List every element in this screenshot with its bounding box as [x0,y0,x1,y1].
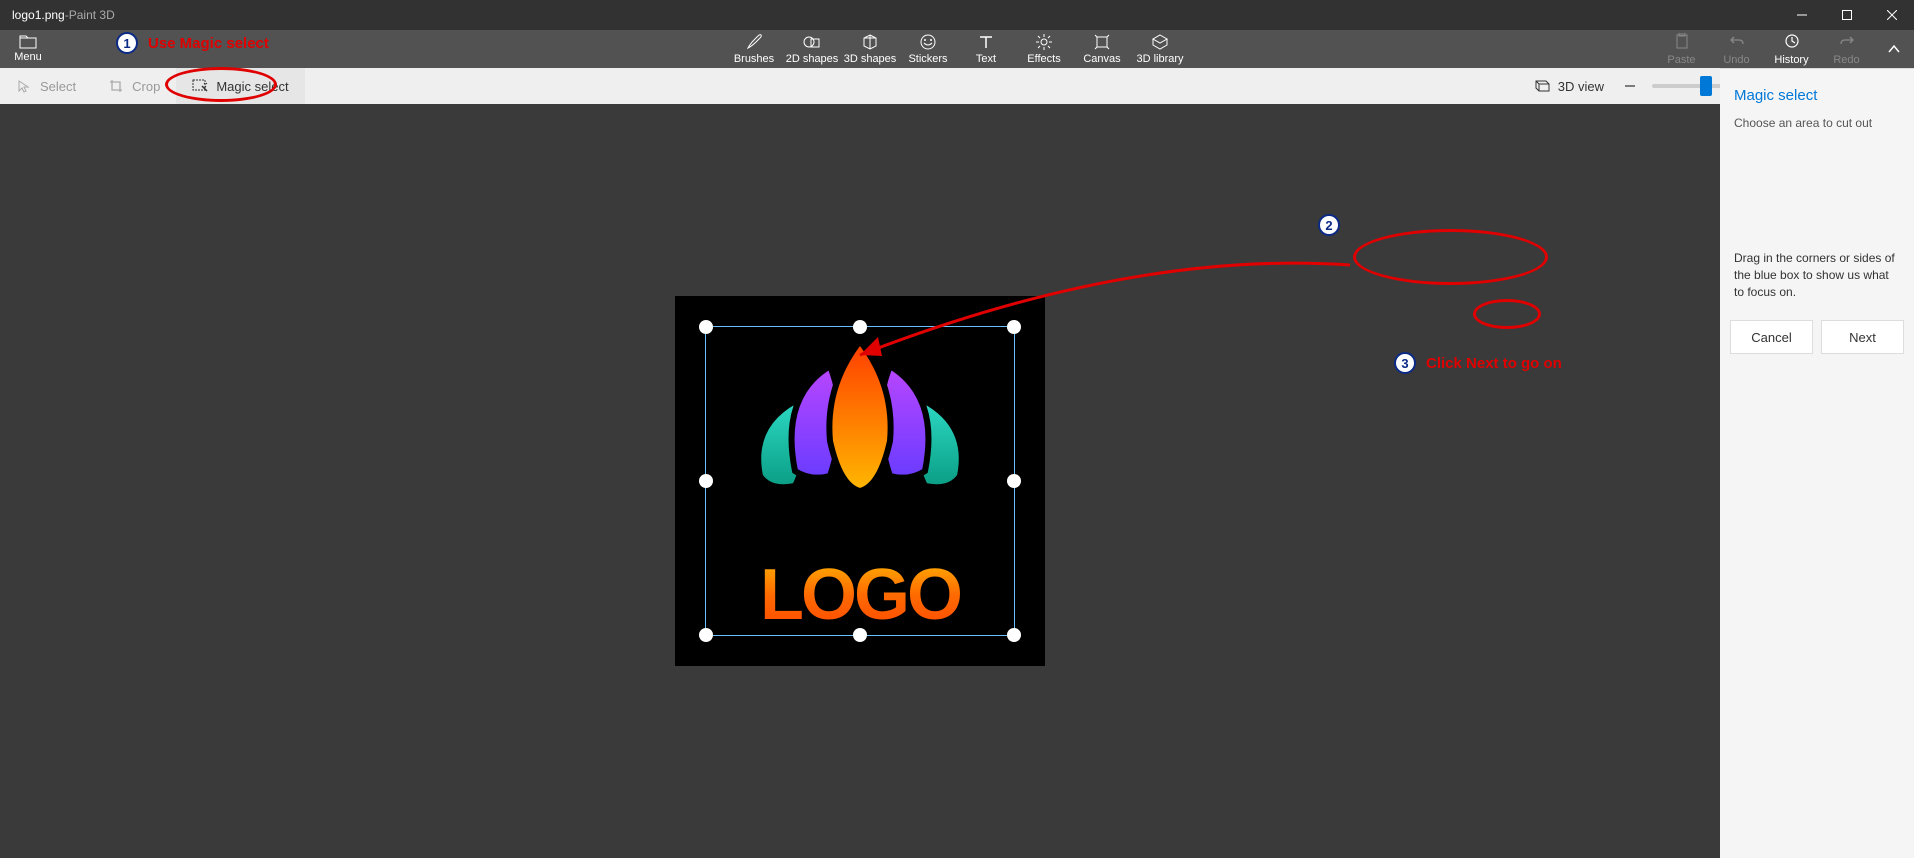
maximize-icon [1842,10,1852,20]
minimize-icon [1797,10,1807,20]
chevron-up-icon [1887,42,1901,56]
selection-handle-top-middle[interactable] [853,320,867,334]
tool-2d-shapes[interactable]: 2D shapes [783,30,841,68]
window-maximize-button[interactable] [1824,0,1869,30]
tool-text[interactable]: Text [957,30,1015,68]
window-close-button[interactable] [1869,0,1914,30]
undo-icon [1729,33,1745,49]
stickers-icon [919,33,937,51]
selection-handle-bottom-left[interactable] [699,628,713,642]
tool-3d-shapes[interactable]: 3D shapes [841,30,899,68]
crop-icon [109,79,123,93]
window-titlebar: logo1.png - Paint 3D [0,0,1914,30]
annotation-ellipse-2 [1353,229,1548,285]
panel-title: Magic select [1730,87,1904,104]
tool-effects[interactable]: Effects [1015,30,1073,68]
annotation-ellipse-1 [165,67,277,102]
selection-handle-bottom-middle[interactable] [853,628,867,642]
selection-handle-top-right[interactable] [1007,320,1021,334]
history-icon [1784,33,1800,49]
sub-toolbar: Select Crop Magic select 3D view 200% ⋯ [0,68,1914,104]
zoom-out-button[interactable] [1618,74,1642,98]
minus-icon [1623,79,1637,93]
text-icon [977,33,995,51]
expand-panel-button[interactable] [1874,30,1914,68]
titlebar-filename: logo1.png [12,8,65,22]
panel-subtitle: Choose an area to cut out [1730,116,1904,130]
selection-handle-top-left[interactable] [699,320,713,334]
shapes2d-icon [803,33,821,51]
canvas-workspace[interactable]: LOGO [0,104,1720,858]
cursor-icon [17,79,31,93]
selection-handle-bottom-right[interactable] [1007,628,1021,642]
redo-button[interactable]: Redo [1819,30,1874,68]
menu-label: Menu [14,51,42,63]
effects-icon [1035,33,1053,51]
selection-handle-middle-right[interactable] [1007,474,1021,488]
shapes3d-icon [861,33,879,51]
annotation-ellipse-3 [1473,299,1541,329]
undo-button[interactable]: Undo [1709,30,1764,68]
history-button[interactable]: History [1764,30,1819,68]
next-button[interactable]: Next [1821,320,1904,354]
select-tool[interactable]: Select [0,68,92,104]
canvas-icon [1093,33,1111,51]
crop-tool[interactable]: Crop [92,68,176,104]
tool-3d-library[interactable]: 3D library [1131,30,1189,68]
tool-stickers[interactable]: Stickers [899,30,957,68]
folder-icon [19,35,37,49]
3d-view-toggle[interactable]: 3D view [1534,79,1604,94]
window-minimize-button[interactable] [1779,0,1824,30]
paste-button[interactable]: Paste [1654,30,1709,68]
paste-icon [1674,33,1690,49]
panel-description: Drag in the corners or sides of the blue… [1730,250,1904,300]
canvas-image[interactable]: LOGO [675,296,1045,666]
menu-button[interactable]: Menu [0,30,56,68]
tool-canvas[interactable]: Canvas [1073,30,1131,68]
view3d-icon [1534,79,1550,93]
redo-icon [1839,33,1855,49]
tool-brushes[interactable]: Brushes [725,30,783,68]
zoom-slider-thumb[interactable] [1700,76,1712,96]
ribbon-bar: Menu Brushes 2D shapes 3D shapes Sticker… [0,30,1914,68]
magic-select-selection-box[interactable] [705,326,1015,636]
library-icon [1151,33,1169,51]
titlebar-appname: Paint 3D [69,8,115,22]
cancel-button[interactable]: Cancel [1730,320,1813,354]
magic-select-panel: Magic select Choose an area to cut out D… [1720,68,1914,858]
brush-icon [745,33,763,51]
selection-handle-middle-left[interactable] [699,474,713,488]
close-icon [1887,10,1897,20]
